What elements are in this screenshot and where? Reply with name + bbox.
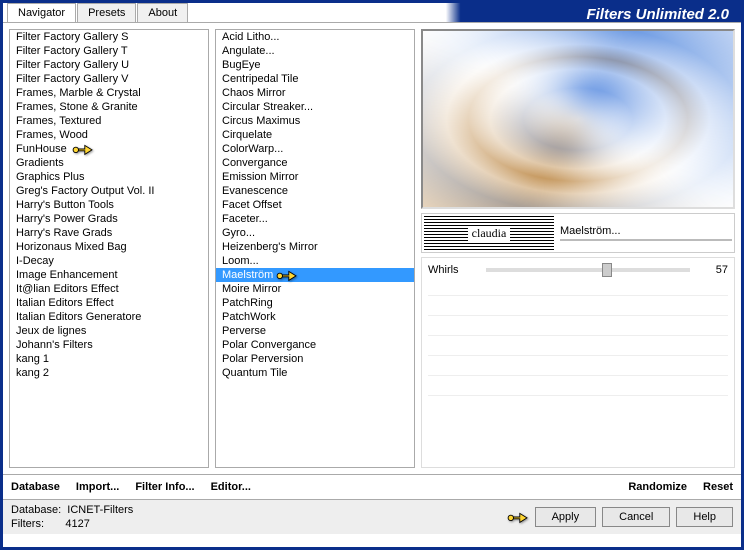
category-item[interactable]: It@lian Editors Effect (10, 282, 208, 296)
filter-label-bar: claudia Maelström... (421, 213, 735, 253)
filter-item[interactable]: Polar Convergance (216, 338, 414, 352)
filter-item[interactable]: Chaos Mirror (216, 86, 414, 100)
pointer-icon (507, 508, 529, 526)
category-item[interactable]: Greg's Factory Output Vol. II (10, 184, 208, 198)
blank-slider-row (428, 282, 728, 296)
filter-column: Acid Litho...Angulate...BugEyeCentripeda… (215, 29, 415, 468)
category-item[interactable]: Frames, Marble & Crystal (10, 86, 208, 100)
current-filter-name: Maelström... (560, 225, 732, 237)
category-item[interactable]: FunHouse (10, 142, 208, 156)
filter-list[interactable]: Acid Litho...Angulate...BugEyeCentripeda… (215, 29, 415, 468)
filter-item[interactable]: Polar Perversion (216, 352, 414, 366)
slider-track[interactable] (486, 268, 690, 272)
filter-item[interactable]: Evanescence (216, 184, 414, 198)
preview-image (421, 29, 735, 209)
slider-value: 57 (698, 264, 728, 276)
category-item[interactable]: Johann's Filters (10, 338, 208, 352)
filter-item[interactable]: Emission Mirror (216, 170, 414, 184)
blank-slider-row (428, 302, 728, 316)
category-item[interactable]: Frames, Wood (10, 128, 208, 142)
filters-count-label: Filters: (11, 518, 44, 530)
slider-label: Whirls (428, 264, 478, 276)
editor-button[interactable]: Editor... (211, 481, 251, 493)
logo-text: claudia (468, 226, 511, 241)
filter-item[interactable]: Acid Litho... (216, 30, 414, 44)
category-column: Filter Factory Gallery SFilter Factory G… (9, 29, 209, 468)
category-item[interactable]: Horizonaus Mixed Bag (10, 240, 208, 254)
randomize-button[interactable]: Randomize (628, 481, 687, 493)
import-button[interactable]: Import... (76, 481, 119, 493)
category-item[interactable]: Jeux de lignes (10, 324, 208, 338)
filter-item[interactable]: Faceter... (216, 212, 414, 226)
slider-thumb[interactable] (602, 263, 612, 277)
category-item[interactable]: Italian Editors Generatore (10, 310, 208, 324)
category-item[interactable]: Filter Factory Gallery U (10, 58, 208, 72)
slider-row-whirls: Whirls 57 (428, 264, 728, 276)
blank-slider-row (428, 342, 728, 356)
filter-item[interactable]: Facet Offset (216, 198, 414, 212)
category-item[interactable]: I-Decay (10, 254, 208, 268)
category-item[interactable]: Harry's Rave Grads (10, 226, 208, 240)
filter-item[interactable]: Circus Maximus (216, 114, 414, 128)
filter-item[interactable]: Loom... (216, 254, 414, 268)
slider-panel: Whirls 57 (421, 257, 735, 468)
category-item[interactable]: Frames, Stone & Granite (10, 100, 208, 114)
tab-presets[interactable]: Presets (77, 3, 136, 22)
filter-item[interactable]: Circular Streaker... (216, 100, 414, 114)
database-button[interactable]: Database (11, 481, 60, 493)
filter-item[interactable]: Perverse (216, 324, 414, 338)
filter-item[interactable]: Convergance (216, 156, 414, 170)
category-item[interactable]: Gradients (10, 156, 208, 170)
filter-item[interactable]: Cirquelate (216, 128, 414, 142)
tab-about[interactable]: About (137, 3, 188, 22)
tab-navigator[interactable]: Navigator (7, 3, 76, 22)
category-item[interactable]: Frames, Textured (10, 114, 208, 128)
filter-item[interactable]: PatchWork (216, 310, 414, 324)
category-item[interactable]: Image Enhancement (10, 268, 208, 282)
category-item[interactable]: Filter Factory Gallery V (10, 72, 208, 86)
filter-item[interactable]: ColorWarp... (216, 142, 414, 156)
main-panel: Filter Factory Gallery SFilter Factory G… (3, 22, 741, 474)
category-list[interactable]: Filter Factory Gallery SFilter Factory G… (9, 29, 209, 468)
category-item[interactable]: Harry's Button Tools (10, 198, 208, 212)
tab-bar: NavigatorPresetsAbout (7, 3, 741, 22)
blank-slider-row (428, 362, 728, 376)
filter-item[interactable]: Heizenberg's Mirror (216, 240, 414, 254)
reset-button[interactable]: Reset (703, 481, 733, 493)
filter-item[interactable]: Quantum Tile (216, 366, 414, 380)
db-label: Database: (11, 504, 61, 516)
filter-item[interactable]: BugEye (216, 58, 414, 72)
preview-column: claudia Maelström... Whirls 57 (421, 29, 735, 468)
status-bar: Database: ICNET-Filters Filters: 4127 Ap… (3, 499, 741, 534)
category-item[interactable]: Italian Editors Effect (10, 296, 208, 310)
apply-button[interactable]: Apply (535, 507, 597, 527)
filter-item[interactable]: Centripedal Tile (216, 72, 414, 86)
filter-item[interactable]: PatchRing (216, 296, 414, 310)
category-item[interactable]: kang 2 (10, 366, 208, 380)
db-value: ICNET-Filters (67, 504, 133, 516)
toolbar-row: Database Import... Filter Info... Editor… (3, 474, 741, 499)
category-item[interactable]: Graphics Plus (10, 170, 208, 184)
category-item[interactable]: kang 1 (10, 352, 208, 366)
blank-slider-row (428, 322, 728, 336)
category-item[interactable]: Harry's Power Grads (10, 212, 208, 226)
logo-badge: claudia (424, 216, 554, 250)
filter-item[interactable]: Moire Mirror (216, 282, 414, 296)
filter-info-button[interactable]: Filter Info... (135, 481, 194, 493)
help-button[interactable]: Help (676, 507, 733, 527)
category-item[interactable]: Filter Factory Gallery S (10, 30, 208, 44)
blank-slider-row (428, 382, 728, 396)
progress-bar (560, 239, 732, 241)
filter-item[interactable]: Maelström (216, 268, 414, 282)
filters-count-value: 4127 (65, 518, 89, 530)
dialog-buttons: Apply Cancel Help (507, 504, 733, 530)
category-item[interactable]: Filter Factory Gallery T (10, 44, 208, 58)
cancel-button[interactable]: Cancel (602, 507, 670, 527)
filter-item[interactable]: Gyro... (216, 226, 414, 240)
filter-item[interactable]: Angulate... (216, 44, 414, 58)
